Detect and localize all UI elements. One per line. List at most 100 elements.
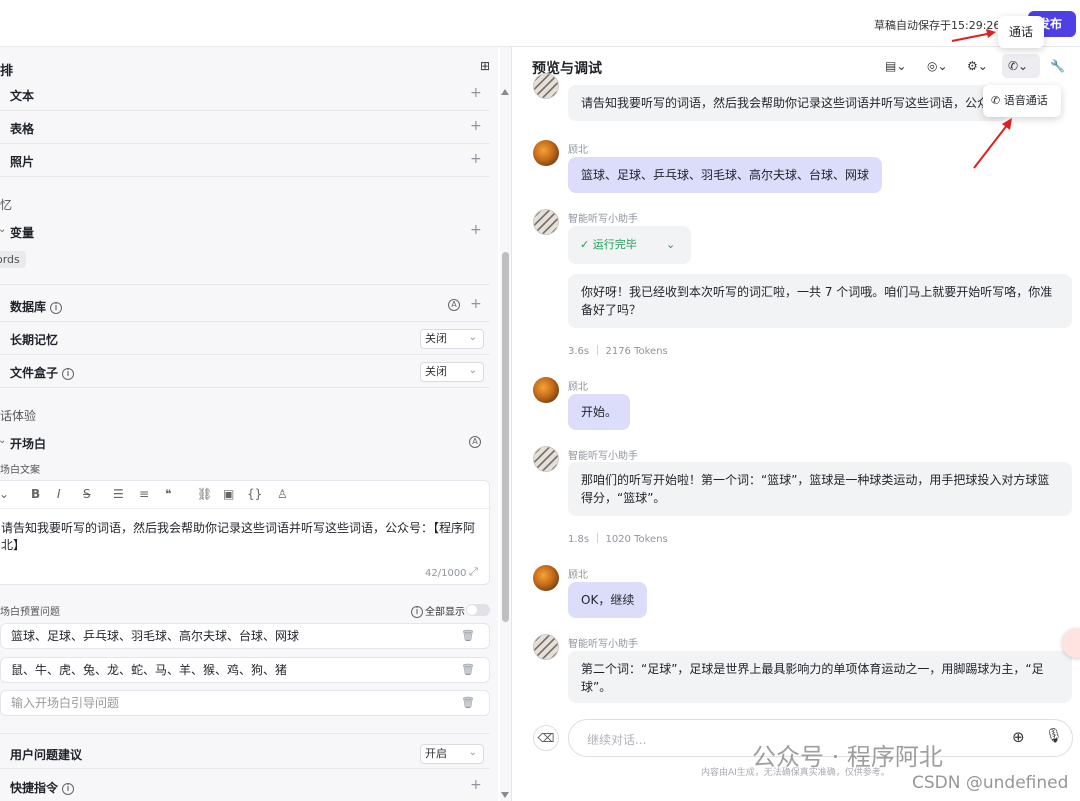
auto-icon[interactable]: A: [469, 436, 481, 448]
phone-icon[interactable]: ✆⌄: [1008, 59, 1028, 73]
chevron-down-icon[interactable]: ⌄: [0, 435, 6, 446]
add-circle-icon[interactable]: ⊕: [1012, 728, 1025, 746]
user-avatar: [533, 140, 559, 166]
long-memory-select[interactable]: 关闭 ⌄: [420, 329, 484, 349]
run-status-label: 运行完毕: [592, 238, 637, 251]
info-icon[interactable]: i: [50, 301, 63, 314]
editor-toolbar: ⌄ B I S ☰ ≡ ❝ ⛓ ▣ {} ♙: [0, 481, 491, 509]
suggest-label: 用户问题建议: [10, 748, 83, 762]
char-count: 42/1000: [425, 568, 467, 579]
show-all-toggle-label: i 全部显示: [411, 603, 465, 618]
grid-icon[interactable]: ⊞: [480, 59, 490, 73]
microphone-icon[interactable]: 🎙: [1045, 728, 1063, 744]
heading-dropdown-icon[interactable]: ⌄: [0, 487, 9, 501]
left-scrollbar[interactable]: [500, 47, 512, 801]
voice-call-menu-item[interactable]: ✆ 语音通话: [983, 85, 1061, 117]
response-meta: 3.6s ｜ 2176 Tokens: [568, 346, 668, 357]
italic-icon[interactable]: I: [57, 487, 61, 501]
divider: [0, 768, 490, 769]
skill-item-label: 照片: [10, 155, 35, 169]
divider: [0, 284, 490, 285]
chat-input-placeholder: 继续对话...: [587, 733, 647, 747]
opener-text-label: 场白文案: [0, 465, 40, 476]
add-icon[interactable]: +: [470, 296, 482, 312]
add-icon[interactable]: +: [470, 222, 482, 238]
scroll-up-icon[interactable]: [501, 89, 509, 95]
divider: [0, 176, 490, 177]
autosave-status: 草稿自动保存于15:29:26: [874, 19, 1001, 32]
bullet-list-icon[interactable]: ☰: [113, 487, 124, 501]
filebox-select[interactable]: 关闭 ⌄: [420, 362, 484, 382]
top-bar: 草稿自动保存于15:29:26 发布: [0, 0, 1080, 47]
csdn-watermark: CSDN @undefined: [912, 773, 1069, 793]
clear-chat-icon[interactable]: ⌫: [533, 725, 559, 751]
opener-text[interactable]: 请告知我要听写的词语，然后我会帮助你记录这些词语并听写这些词语，公众号：【程序阿…: [1, 519, 489, 553]
link-icon[interactable]: ⛓: [197, 487, 212, 501]
bold-icon[interactable]: B: [31, 487, 40, 501]
expand-icon[interactable]: ⤢: [469, 565, 478, 579]
settings-icon[interactable]: ⚙⌄: [967, 59, 988, 73]
scroll-thumb[interactable]: [502, 252, 509, 622]
variable-chip[interactable]: ords: [0, 251, 26, 268]
run-status[interactable]: ✓ 运行完毕 ⌄: [568, 226, 691, 264]
chevron-down-icon[interactable]: ⌄: [0, 224, 6, 235]
chevron-down-icon: ⌄: [666, 238, 676, 251]
chevron-down-icon: ⌄: [468, 747, 477, 758]
bot-message: 请告知我要听写的词语，然后我会帮助你记录这些词语并听写这些词语，公众号：: [568, 85, 1008, 121]
quote-icon[interactable]: ❝: [165, 487, 171, 501]
add-icon[interactable]: +: [470, 85, 482, 101]
dialog-section-title: 话体验: [0, 409, 37, 423]
trash-icon[interactable]: 🗑: [461, 691, 475, 715]
database-label: 数据库 i: [10, 298, 63, 315]
preview-panel: 预览与调试 ▤⌄ ◎⌄ ⚙⌄ ✆⌄ 🔧 ✆ 语音通话 请告知我要听写的词语，然后…: [513, 47, 1080, 801]
preset-question-1[interactable]: 篮球、足球、乒乓球、羽毛球、高尔夫球、台球、网球 🗑: [0, 623, 490, 649]
new-question-input[interactable]: 输入开场白引导问题 🗑: [0, 690, 490, 716]
divider: [0, 110, 490, 111]
check-circle-icon: ✓: [580, 238, 593, 251]
user-avatar: [533, 565, 559, 591]
show-all-toggle[interactable]: [466, 604, 490, 616]
phone-icon: ✆: [991, 94, 1004, 107]
question-placeholder: 输入开场白引导问题: [11, 696, 120, 710]
divider: [0, 321, 490, 322]
user-message: 篮球、足球、乒乓球、羽毛球、高尔夫球、台球、网球: [568, 157, 883, 193]
scroll-down-icon[interactable]: [501, 792, 509, 798]
trash-icon[interactable]: 🗑: [461, 658, 475, 682]
bot-avatar: [533, 446, 559, 472]
trash-icon[interactable]: 🗑: [461, 624, 475, 648]
user-message: OK，继续: [568, 582, 648, 618]
select-value: 开启: [425, 747, 447, 760]
image-icon[interactable]: ▣: [223, 487, 234, 501]
divider: [0, 354, 490, 355]
question-text: 篮球、足球、乒乓球、羽毛球、高尔夫球、台球、网球: [11, 629, 300, 643]
user-icon[interactable]: ♙: [277, 487, 288, 501]
auto-icon[interactable]: A: [448, 299, 460, 311]
info-icon[interactable]: i: [62, 782, 75, 795]
memory-section-title: 忆: [0, 198, 13, 212]
suggest-select[interactable]: 开启 ⌄: [420, 744, 484, 764]
user-message: 开始。: [568, 394, 631, 430]
bot-message: 第二个词：“足球”，足球是世界上最具影响力的单项体育运动之一，用脚踢球为主，“足…: [568, 651, 1072, 703]
response-meta: 1.8s ｜ 1020 Tokens: [568, 534, 668, 545]
strikethrough-icon[interactable]: S: [83, 487, 91, 501]
wrench-icon[interactable]: 🔧: [1050, 59, 1065, 73]
preset-question-2[interactable]: 鼠、牛、虎、兔、龙、蛇、马、羊、猴、鸡、狗、猪 🗑: [0, 657, 490, 683]
add-icon[interactable]: +: [470, 777, 482, 793]
select-value: 关闭: [425, 365, 447, 378]
info-icon[interactable]: i: [411, 606, 423, 618]
skill-item-label: 表格: [10, 122, 35, 136]
bot-message: 你好呀！我已经收到本次听写的词汇啦，一共 7 个词哦。咱们马上就要开始听写咯，你…: [568, 274, 1072, 328]
section-title: 排: [0, 64, 14, 79]
bot-name: 智能听写小助手: [568, 214, 638, 225]
variable-icon[interactable]: {}: [247, 487, 262, 501]
info-icon[interactable]: i: [62, 367, 75, 380]
voice-tone-icon[interactable]: ◎⌄: [927, 59, 948, 73]
add-icon[interactable]: +: [470, 151, 482, 167]
long-memory-label: 长期记忆: [10, 333, 59, 347]
ordered-list-icon[interactable]: ≡: [139, 487, 149, 501]
add-icon[interactable]: +: [470, 118, 482, 134]
divider: [0, 733, 490, 734]
opener-editor[interactable]: ⌄ B I S ☰ ≡ ❝ ⛓ ▣ {} ♙ 请告知我要听写的词语，然后我会帮助…: [0, 480, 491, 585]
history-icon[interactable]: ▤⌄: [885, 59, 906, 73]
divider: [0, 143, 490, 144]
